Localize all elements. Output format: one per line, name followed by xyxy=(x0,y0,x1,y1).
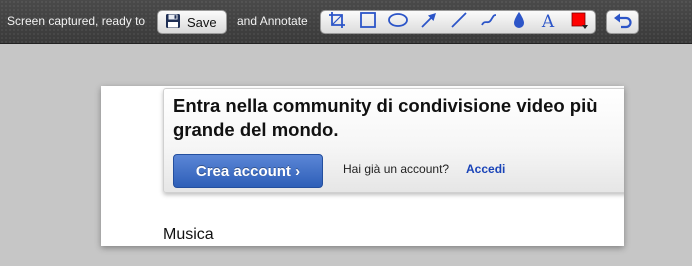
login-link[interactable]: Accedi xyxy=(466,162,505,176)
rectangle-icon xyxy=(359,11,377,34)
capture-toolbar: Screen captured, ready to Save and Annot… xyxy=(0,0,692,44)
save-button[interactable]: Save xyxy=(157,10,227,34)
crop-tool-button[interactable] xyxy=(325,11,349,34)
captured-page: Entra nella community di condivisione vi… xyxy=(101,86,624,246)
freehand-tool-button[interactable] xyxy=(477,12,501,32)
ellipse-tool-button[interactable] xyxy=(386,12,410,32)
signup-promo: Entra nella community di condivisione vi… xyxy=(163,88,624,193)
color-picker-icon xyxy=(569,10,589,35)
line-tool-button[interactable] xyxy=(447,10,471,35)
annotation-tools: A xyxy=(320,10,596,34)
crop-icon xyxy=(328,11,346,34)
text-icon: A xyxy=(541,12,555,32)
login-question: Hai già un account? xyxy=(343,162,450,176)
arrow-icon xyxy=(419,10,439,35)
create-account-button[interactable]: Crea account › xyxy=(173,154,323,188)
floppy-disk-icon xyxy=(165,13,181,32)
undo-button[interactable] xyxy=(606,10,639,34)
annotate-text: and Annotate xyxy=(237,14,308,28)
arrow-tool-button[interactable] xyxy=(417,12,441,32)
section-title: Musica xyxy=(163,226,214,243)
promo-title: Entra nella community di condivisione vi… xyxy=(173,95,598,140)
line-icon xyxy=(449,10,469,35)
undo-icon xyxy=(613,11,633,34)
freehand-icon xyxy=(479,10,499,35)
drop-icon xyxy=(511,10,527,35)
blur-tool-button[interactable] xyxy=(507,10,531,35)
text-tool-button[interactable]: A xyxy=(536,12,560,32)
save-label: Save xyxy=(187,14,217,30)
ellipse-icon xyxy=(387,12,409,33)
color-picker-button[interactable] xyxy=(567,12,591,32)
status-text: Screen captured, ready to xyxy=(7,14,146,28)
rectangle-tool-button[interactable] xyxy=(356,11,380,34)
